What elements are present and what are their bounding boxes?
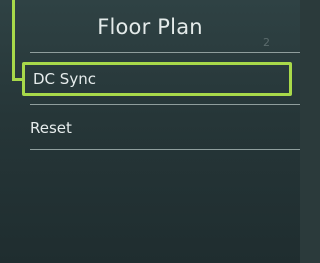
menu-item-label: Reset <box>30 119 72 137</box>
header: Floor Plan 2 <box>0 0 300 49</box>
divider-top <box>30 52 300 53</box>
page-title: Floor Plan <box>97 15 203 39</box>
floor-plan-screen: Floor Plan 2 DC Sync Reset <box>0 0 300 263</box>
menu-item-reset[interactable]: Reset <box>22 111 292 145</box>
menu-item-label: DC Sync <box>33 70 96 88</box>
divider-bottom <box>30 149 300 150</box>
divider-middle <box>30 104 300 105</box>
menu-item-dc-sync[interactable]: DC Sync <box>22 62 292 96</box>
scroll-indicator-icon: 2 <box>263 36 270 49</box>
